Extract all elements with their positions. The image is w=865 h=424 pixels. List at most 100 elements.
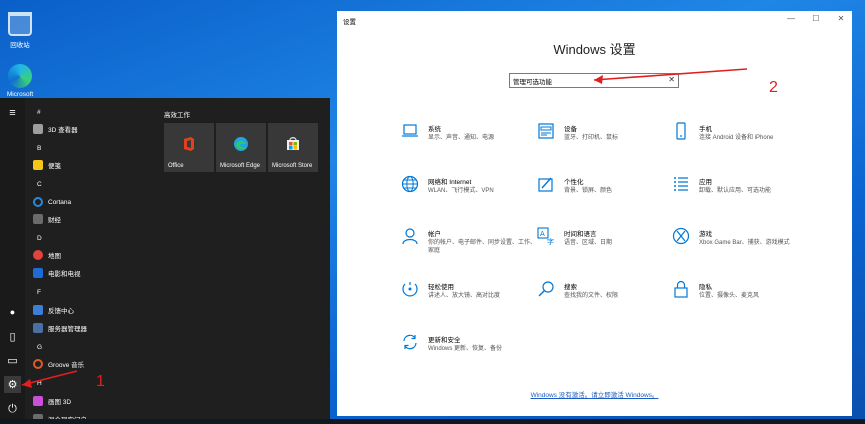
app-item-finance[interactable]: 财经: [33, 211, 61, 227]
3d-viewer-icon: [33, 124, 43, 134]
start-rail: ≡ ● ▯ ▭ ⚙ ⏻: [0, 98, 25, 424]
document-icon[interactable]: ▯: [4, 328, 21, 345]
keyboard-icon: [538, 123, 554, 139]
app-list: # 3D 查看器 B 便笺 C Cortana 财经 D 地图 电影和电视 F: [25, 98, 155, 424]
tiles-group-title: 高效工作: [164, 112, 190, 119]
category-title: 更新和安全: [428, 337, 461, 344]
svg-text:字: 字: [547, 237, 554, 245]
annotation-number-2: 2: [769, 79, 778, 96]
store-icon: [287, 137, 299, 150]
app-item-paint-3d[interactable]: 画图 3D: [33, 393, 71, 409]
category-description: 卸载、默认应用、可选功能: [699, 188, 772, 194]
app-item-cortana[interactable]: Cortana: [33, 194, 71, 210]
edge-icon: [8, 64, 32, 88]
app-label: 财经: [48, 217, 61, 224]
apps-list-icon: [674, 177, 688, 191]
category-title: 隐私: [699, 284, 712, 291]
movies-tv-icon: [33, 268, 43, 278]
app-item-feedback-hub[interactable]: 反馈中心: [33, 302, 74, 318]
annotation-number-1: 1: [96, 373, 105, 390]
clear-search-icon[interactable]: ✕: [668, 75, 675, 84]
letter-header[interactable]: F: [37, 289, 41, 296]
settings-category-phone[interactable]: 手机 连接 Android 设备和 iPhone: [672, 122, 807, 162]
settings-category-network[interactable]: 网络和 Internet WLAN、飞行模式、VPN: [401, 175, 536, 215]
category-title: 个性化: [564, 179, 584, 186]
sticky-notes-icon: [33, 160, 43, 170]
tile-microsoft-edge[interactable]: Microsoft Edge: [216, 123, 266, 172]
settings-category-apps[interactable]: 应用 卸载、默认应用、可选功能: [672, 175, 807, 215]
category-description: 背景、锁屏、颜色: [564, 188, 613, 194]
gear-icon[interactable]: ⚙: [4, 376, 21, 393]
start-menu: ≡ ● ▯ ▭ ⚙ ⏻ # 3D 查看器 B 便笺 C Cortana 财经 D…: [0, 98, 330, 424]
settings-category-time-language[interactable]: A 字 时间和语言 语音、区域、日期: [537, 227, 672, 267]
paint-3d-icon: [33, 396, 43, 406]
tile-microsoft-store[interactable]: Microsoft Store: [268, 123, 318, 172]
xbox-icon: [672, 227, 690, 245]
phone-icon: [676, 122, 686, 140]
app-label: 电影和电视: [48, 271, 81, 278]
close-icon[interactable]: ✕: [834, 14, 848, 26]
desktop-icon-edge[interactable]: Microsoft: [2, 64, 38, 98]
category-title: 系统: [428, 126, 441, 133]
category-title: 设备: [564, 126, 577, 133]
app-label: 地图: [48, 253, 61, 260]
search-input[interactable]: [513, 75, 663, 86]
svg-text:A: A: [540, 230, 545, 238]
settings-window: 设置 — ☐ ✕ Windows 设置 ✕ 系统 显示、声音、通知、电源 设备 …: [337, 11, 852, 416]
power-icon[interactable]: ⏻: [4, 401, 21, 418]
app-item-groove-music[interactable]: Groove 音乐: [33, 356, 84, 372]
feedback-hub-icon: [33, 305, 43, 315]
tile-office[interactable]: Office: [164, 123, 214, 172]
pictures-icon[interactable]: ▭: [4, 352, 21, 369]
settings-category-privacy[interactable]: 隐私 位置、摄像头、麦克风: [672, 280, 807, 320]
activate-windows-link[interactable]: Windows 没有激活。请立即激活 Windows。: [337, 389, 852, 399]
letter-header[interactable]: B: [37, 145, 41, 152]
category-description: Xbox Game Bar、捕获、游戏模式: [699, 240, 790, 246]
category-description: 查找我的文件、权限: [564, 293, 619, 299]
settings-category-gaming[interactable]: 游戏 Xbox Game Bar、捕获、游戏模式: [672, 227, 807, 267]
tile-label: Microsoft Edge: [220, 163, 261, 169]
letter-header[interactable]: D: [37, 235, 42, 242]
letter-header[interactable]: C: [37, 181, 42, 188]
settings-category-accounts[interactable]: 帐户 你的帐户、电子邮件、同步设置、工作、家庭: [401, 227, 536, 267]
desktop-icon-label: 回收站: [10, 42, 30, 49]
app-item-maps[interactable]: 地图: [33, 247, 61, 263]
ease-of-access-icon: [402, 282, 418, 297]
settings-category-devices[interactable]: 设备 蓝牙、打印机、鼠标: [537, 122, 672, 162]
laptop-icon: [402, 124, 418, 137]
search-box[interactable]: ✕: [509, 73, 679, 88]
app-item-3d-viewer[interactable]: 3D 查看器: [33, 121, 78, 137]
app-label: 服务器管理器: [48, 326, 87, 333]
desktop-icon-recycle-bin[interactable]: 回收站: [2, 12, 38, 49]
category-title: 手机: [699, 126, 712, 133]
settings-category-personalization[interactable]: 个性化 背景、锁屏、颜色: [537, 175, 672, 215]
user-account-icon[interactable]: ●: [4, 303, 21, 320]
groove-music-icon: [33, 359, 43, 369]
finance-icon: [33, 214, 43, 224]
search-icon: [538, 281, 554, 297]
settings-category-system[interactable]: 系统 显示、声音、通知、电源: [401, 122, 536, 162]
maximize-icon[interactable]: ☐: [809, 14, 823, 26]
recycle-bin-icon: [8, 12, 32, 36]
settings-category-search[interactable]: 搜索 查找我的文件、权限: [537, 280, 672, 320]
category-description: WLAN、飞行模式、VPN: [428, 188, 494, 194]
category-title: 网络和 Internet: [428, 179, 472, 186]
minimize-icon[interactable]: —: [784, 14, 798, 26]
app-item-movies-tv[interactable]: 电影和电视: [33, 265, 81, 281]
settings-category-ease-of-access[interactable]: 轻松使用 讲述人、放大镜、高对比度: [401, 280, 536, 320]
app-item-sticky-notes[interactable]: 便笺: [33, 157, 61, 173]
tile-label: Microsoft Store: [272, 163, 313, 169]
window-title: 设置: [343, 19, 356, 26]
hamburger-menu-icon[interactable]: ≡: [4, 104, 21, 121]
app-label: 3D 查看器: [48, 127, 78, 134]
app-label: 便笺: [48, 163, 61, 170]
settings-category-update-security[interactable]: 更新和安全 Windows 更新、恢复、备份: [401, 333, 536, 373]
letter-header[interactable]: G: [37, 344, 42, 351]
app-label: Cortana: [48, 198, 72, 206]
letter-header[interactable]: H: [37, 380, 42, 387]
category-description: 蓝牙、打印机、鼠标: [564, 135, 619, 141]
server-manager-icon: [33, 323, 43, 333]
letter-header[interactable]: #: [37, 109, 41, 116]
category-description: 语音、区域、日期: [564, 240, 613, 246]
app-item-server-manager[interactable]: 服务器管理器: [33, 320, 87, 336]
